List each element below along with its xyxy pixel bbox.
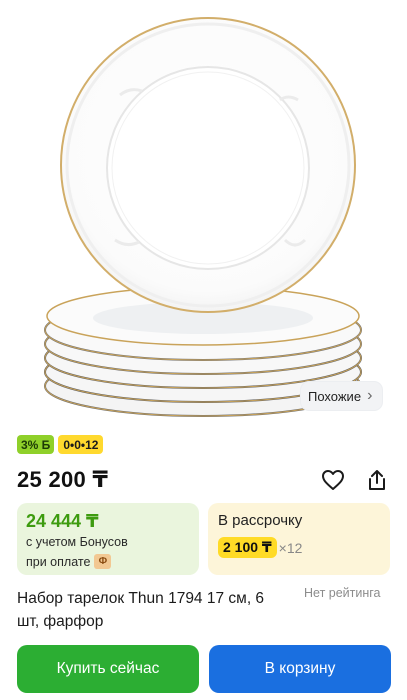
installment-title: В рассрочку: [218, 512, 303, 529]
product-title: Набор тарелок Thun 1794 17 см, 6 шт, фар…: [17, 590, 265, 630]
bonus-price: 24 444 ₸: [26, 511, 99, 531]
installment-months: ×12: [278, 539, 303, 556]
bonus-caption-line2: при оплате Ф: [26, 554, 112, 569]
badges-row: 3% Б 0•0•12: [17, 435, 104, 454]
chevron-right-icon: ›: [367, 387, 373, 404]
installment-badge: 0•0•12: [58, 435, 104, 454]
top-plate: [60, 17, 356, 313]
bonus-caption-line1: с учетом Бонусов: [26, 535, 128, 549]
installment-row: 2 100 ₸ ×12: [218, 537, 302, 558]
add-to-cart-button[interactable]: В корзину: [209, 645, 391, 693]
buy-now-button[interactable]: Купить сейчас: [17, 645, 199, 693]
plate-stack-illustration: [44, 17, 362, 417]
product-image[interactable]: Похожие ›: [0, 0, 407, 428]
similar-products-button[interactable]: Похожие ›: [301, 382, 383, 410]
installment-amount: 2 100 ₸: [218, 537, 277, 558]
bonus-price-card[interactable]: 24 444 ₸ с учетом Бонусов при оплате Ф: [17, 503, 199, 575]
bonus-caption-text: при оплате: [26, 554, 91, 569]
product-price: 25 200 ₸: [17, 467, 109, 492]
cashback-badge: 3% Б: [17, 435, 55, 454]
similar-label: Похожие: [308, 388, 362, 404]
share-button[interactable]: [361, 464, 393, 496]
rating-status[interactable]: Нет рейтинга: [304, 586, 381, 600]
price-row: 25 200 ₸: [17, 464, 391, 496]
installment-card[interactable]: В рассрочку 2 100 ₸ ×12: [208, 503, 390, 575]
favorite-button[interactable]: [317, 464, 349, 496]
bonus-payment-icon: Ф: [94, 554, 112, 569]
heart-icon: [322, 470, 344, 490]
share-icon: [369, 470, 385, 490]
